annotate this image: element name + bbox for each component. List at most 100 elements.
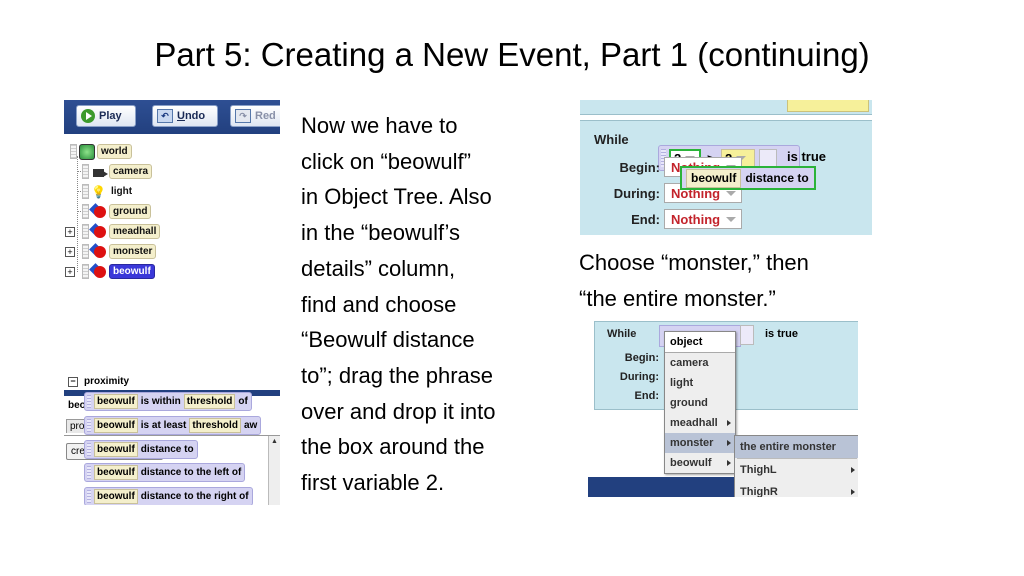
empty-dropdown[interactable]: [759, 149, 777, 167]
while-label: While: [607, 328, 637, 340]
function-row-distance-to[interactable]: beowulf distance to: [84, 440, 198, 459]
tree-item-ground[interactable]: ground: [82, 203, 152, 219]
instruction-line: over and drop it into: [301, 398, 496, 424]
instruction-line: find and choose: [301, 291, 457, 317]
expand-monster[interactable]: +: [65, 247, 75, 257]
undo-button[interactable]: ↶ Undo: [152, 105, 218, 127]
instruction-line: “Beowulf distance: [301, 327, 475, 353]
while-event-screenshot: While 2 > 2 is true Begin: Nothing Durin…: [580, 100, 872, 235]
submenu-arrow-icon: [727, 440, 731, 446]
object-icon: [89, 203, 107, 218]
during-label: During:: [619, 371, 659, 383]
end-slot[interactable]: Nothing: [664, 209, 742, 229]
caption-line: Choose “monster,” then: [579, 250, 809, 275]
undo-icon: ↶: [157, 109, 173, 123]
menu-item-monster[interactable]: monster: [665, 433, 735, 453]
proximity-label: proximity: [84, 376, 130, 387]
caption-text: Choose “monster,” then “the entire monst…: [579, 245, 809, 316]
object-menu-screenshot: While is true Begin: During: End: object…: [588, 321, 858, 497]
function-object: beowulf: [94, 418, 138, 433]
object-icon: [89, 243, 107, 258]
submenu-item-entire-monster[interactable]: the entire monster: [735, 436, 858, 458]
submenu-arrow-icon: [851, 467, 855, 473]
expand-beowulf[interactable]: +: [65, 267, 75, 277]
instruction-line: the box around the: [301, 434, 485, 460]
instruction-line: in Object Tree. Also: [301, 184, 492, 210]
menu-item-meadhall[interactable]: meadhall: [665, 413, 735, 433]
while-event-block: While 2 > 2 is true Begin: Nothing Durin…: [580, 120, 872, 235]
tree-item-light[interactable]: 💡 light: [82, 184, 137, 199]
is-true-label: is true: [765, 328, 799, 340]
function-text: distance to the left of: [140, 467, 242, 478]
function-text: distance to: [140, 444, 194, 455]
redo-button[interactable]: ↷ Red: [230, 105, 280, 127]
function-row[interactable]: beowulf distance to the right of: [84, 487, 253, 505]
end-label: End:: [631, 212, 660, 227]
end-label: End:: [634, 390, 659, 402]
tree-item-label: world: [97, 144, 132, 159]
submenu-arrow-icon: [727, 460, 731, 466]
menu-header: object: [665, 332, 735, 353]
instruction-line: click on “beowulf”: [301, 148, 471, 174]
begin-label: Begin:: [619, 160, 660, 175]
tree-item-world[interactable]: world: [70, 143, 132, 160]
proximity-group[interactable]: − proximity: [68, 376, 129, 387]
function-object: beowulf: [94, 442, 138, 457]
menu-item-light[interactable]: light: [665, 373, 735, 393]
submenu-item-thighr[interactable]: ThighR: [735, 481, 858, 497]
toolbar: Play ↶ Undo ↷ Red: [64, 100, 280, 134]
menu-item-ground[interactable]: ground: [665, 393, 735, 413]
submenu-item-thighl[interactable]: ThighL: [735, 459, 858, 481]
tree-item-label: monster: [109, 244, 157, 259]
submenu-arrow-icon: [851, 489, 855, 495]
tree-item-monster[interactable]: monster: [82, 243, 157, 259]
instruction-line: first variable 2.: [301, 470, 445, 496]
object-icon: [89, 223, 107, 238]
world-icon: [79, 143, 95, 160]
empty-dropdown[interactable]: [740, 325, 754, 345]
instruction-line: to”; drag the phrase: [301, 362, 494, 388]
drag-text: distance to: [745, 171, 809, 185]
instructions-text: Now we have to click on “beowulf” in Obj…: [301, 108, 495, 501]
instruction-line: Now we have to: [301, 113, 458, 138]
menu-item-camera[interactable]: camera: [665, 353, 735, 373]
while-label: While: [594, 132, 629, 147]
function-param[interactable]: threshold: [189, 418, 241, 433]
tree-item-camera[interactable]: camera: [82, 164, 153, 179]
function-tail: of: [238, 396, 248, 407]
function-text: is within: [140, 396, 181, 407]
begin-label: Begin:: [624, 352, 659, 364]
function-object: beowulf: [94, 465, 138, 480]
slide-title: Part 5: Creating a New Event, Part 1 (co…: [154, 36, 870, 73]
function-list: − proximity beowulf is within threshold …: [64, 296, 280, 505]
tree-item-meadhall[interactable]: meadhall: [82, 223, 161, 239]
during-label: During:: [613, 186, 660, 201]
expand-meadhall[interactable]: +: [65, 227, 75, 237]
function-object: beowulf: [94, 489, 138, 504]
is-true-label: is true: [787, 149, 827, 164]
tree-item-label: beowulf: [109, 264, 155, 279]
caption-line: “the entire monster.”: [579, 285, 776, 311]
function-param[interactable]: threshold: [183, 394, 236, 409]
function-text: distance to the right of: [140, 491, 249, 502]
play-label: Play: [99, 110, 122, 122]
dragged-distance-to-tile[interactable]: beowulf distance to: [680, 166, 816, 190]
menu-item-beowulf[interactable]: beowulf: [665, 453, 735, 473]
collapse-icon[interactable]: −: [68, 376, 78, 387]
tree-item-beowulf[interactable]: beowulf: [82, 263, 155, 279]
tree-item-label: camera: [109, 164, 153, 179]
function-row[interactable]: beowulf is within threshold of: [84, 392, 252, 411]
redo-icon: ↷: [235, 109, 251, 123]
drag-grip: [70, 144, 77, 159]
light-bulb-icon: 💡: [91, 184, 106, 199]
dropdown-icon: [726, 190, 737, 196]
instruction-line: in the “beowulf’s: [301, 220, 460, 246]
play-icon: [81, 109, 95, 123]
play-button[interactable]: Play: [76, 105, 136, 127]
function-row[interactable]: beowulf distance to the left of: [84, 463, 246, 482]
instruction-line: details” column,: [301, 255, 456, 281]
drag-object: beowulf: [686, 168, 742, 188]
object-icon: [89, 263, 107, 278]
monster-submenu: the entire monster ThighL ThighR: [734, 435, 858, 497]
function-row[interactable]: beowulf is at least threshold aw: [84, 416, 262, 435]
